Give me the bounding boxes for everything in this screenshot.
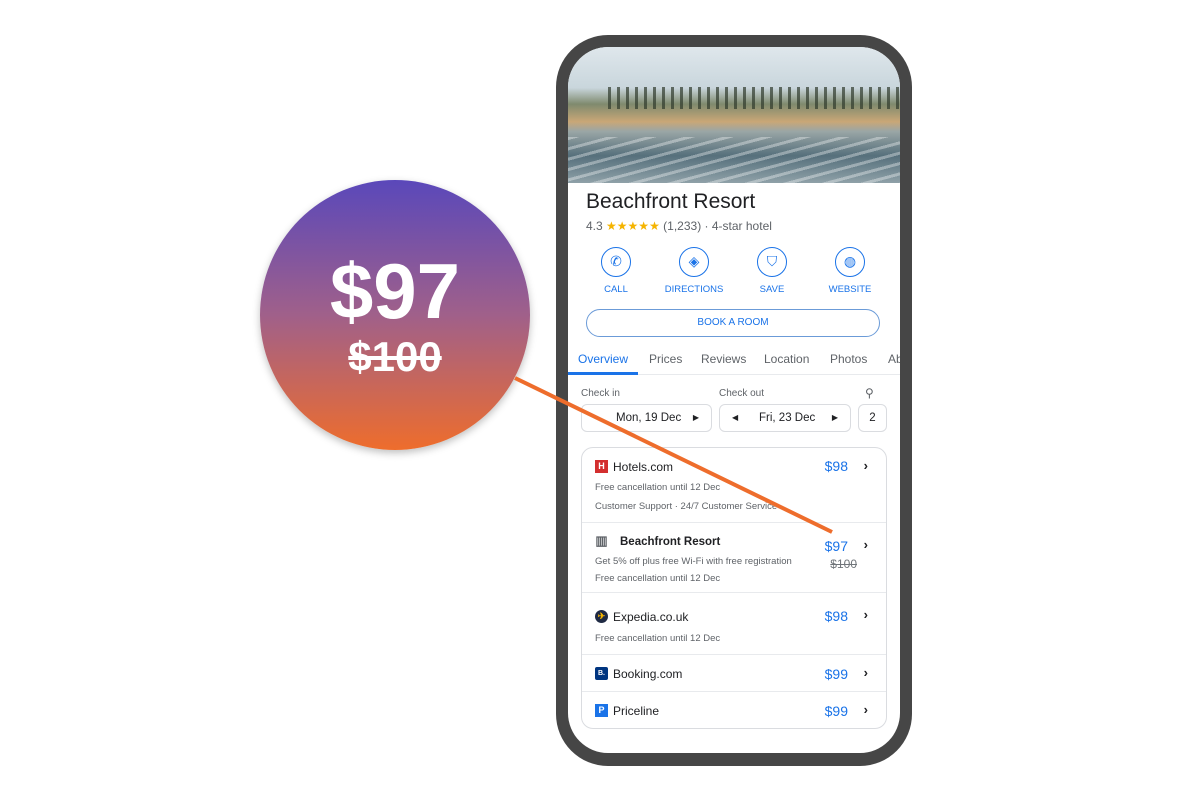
pointer-line (514, 376, 833, 534)
callout-pointer (514, 376, 833, 534)
